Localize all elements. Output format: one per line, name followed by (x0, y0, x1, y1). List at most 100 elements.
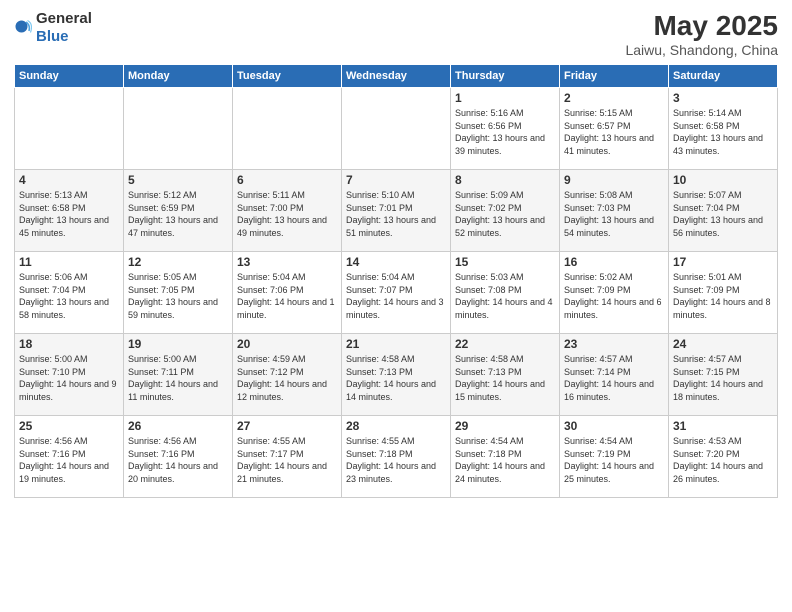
day-headers-row: Sunday Monday Tuesday Wednesday Thursday… (15, 65, 778, 88)
day-cell (124, 88, 233, 170)
week-row-4: 18 Sunrise: 5:00 AMSunset: 7:10 PMDaylig… (15, 334, 778, 416)
day-cell: 25 Sunrise: 4:56 AMSunset: 7:16 PMDaylig… (15, 416, 124, 498)
day-number: 30 (564, 419, 664, 433)
header-wednesday: Wednesday (342, 65, 451, 88)
day-number: 18 (19, 337, 119, 351)
header-monday: Monday (124, 65, 233, 88)
week-row-2: 4 Sunrise: 5:13 AMSunset: 6:58 PMDayligh… (15, 170, 778, 252)
day-cell: 1 Sunrise: 5:16 AMSunset: 6:56 PMDayligh… (451, 88, 560, 170)
day-cell: 31 Sunrise: 4:53 AMSunset: 7:20 PMDaylig… (669, 416, 778, 498)
day-number: 25 (19, 419, 119, 433)
day-cell: 15 Sunrise: 5:03 AMSunset: 7:08 PMDaylig… (451, 252, 560, 334)
day-info: Sunrise: 5:08 AMSunset: 7:03 PMDaylight:… (564, 190, 654, 238)
day-cell: 7 Sunrise: 5:10 AMSunset: 7:01 PMDayligh… (342, 170, 451, 252)
day-info: Sunrise: 4:54 AMSunset: 7:19 PMDaylight:… (564, 436, 654, 484)
subtitle: Laiwu, Shandong, China (625, 42, 778, 58)
day-cell: 13 Sunrise: 5:04 AMSunset: 7:06 PMDaylig… (233, 252, 342, 334)
day-info: Sunrise: 4:58 AMSunset: 7:13 PMDaylight:… (455, 354, 545, 402)
logo-text: General Blue (36, 10, 92, 46)
day-number: 4 (19, 173, 119, 187)
day-cell (342, 88, 451, 170)
day-cell: 22 Sunrise: 4:58 AMSunset: 7:13 PMDaylig… (451, 334, 560, 416)
logo-general: General (36, 10, 92, 27)
day-number: 5 (128, 173, 228, 187)
day-cell: 2 Sunrise: 5:15 AMSunset: 6:57 PMDayligh… (560, 88, 669, 170)
day-cell: 12 Sunrise: 5:05 AMSunset: 7:05 PMDaylig… (124, 252, 233, 334)
day-number: 8 (455, 173, 555, 187)
day-number: 19 (128, 337, 228, 351)
day-number: 16 (564, 255, 664, 269)
day-cell: 18 Sunrise: 5:00 AMSunset: 7:10 PMDaylig… (15, 334, 124, 416)
day-number: 22 (455, 337, 555, 351)
day-info: Sunrise: 5:07 AMSunset: 7:04 PMDaylight:… (673, 190, 763, 238)
day-cell: 16 Sunrise: 5:02 AMSunset: 7:09 PMDaylig… (560, 252, 669, 334)
day-number: 9 (564, 173, 664, 187)
day-number: 15 (455, 255, 555, 269)
logo-blue: Blue (36, 28, 69, 45)
day-cell (15, 88, 124, 170)
header-sunday: Sunday (15, 65, 124, 88)
day-info: Sunrise: 4:55 AMSunset: 7:17 PMDaylight:… (237, 436, 327, 484)
day-cell: 6 Sunrise: 5:11 AMSunset: 7:00 PMDayligh… (233, 170, 342, 252)
day-cell: 28 Sunrise: 4:55 AMSunset: 7:18 PMDaylig… (342, 416, 451, 498)
logo: General Blue (14, 10, 92, 46)
day-number: 27 (237, 419, 337, 433)
day-cell: 8 Sunrise: 5:09 AMSunset: 7:02 PMDayligh… (451, 170, 560, 252)
day-info: Sunrise: 5:13 AMSunset: 6:58 PMDaylight:… (19, 190, 109, 238)
day-number: 29 (455, 419, 555, 433)
day-number: 6 (237, 173, 337, 187)
day-info: Sunrise: 4:53 AMSunset: 7:20 PMDaylight:… (673, 436, 763, 484)
header-saturday: Saturday (669, 65, 778, 88)
day-info: Sunrise: 5:04 AMSunset: 7:06 PMDaylight:… (237, 272, 335, 320)
day-cell: 11 Sunrise: 5:06 AMSunset: 7:04 PMDaylig… (15, 252, 124, 334)
day-number: 28 (346, 419, 446, 433)
day-info: Sunrise: 4:56 AMSunset: 7:16 PMDaylight:… (19, 436, 109, 484)
day-number: 3 (673, 91, 773, 105)
day-info: Sunrise: 5:00 AMSunset: 7:11 PMDaylight:… (128, 354, 218, 402)
logo-icon (14, 19, 32, 37)
calendar-table: Sunday Monday Tuesday Wednesday Thursday… (14, 64, 778, 498)
header-thursday: Thursday (451, 65, 560, 88)
day-cell: 17 Sunrise: 5:01 AMSunset: 7:09 PMDaylig… (669, 252, 778, 334)
day-number: 20 (237, 337, 337, 351)
day-number: 21 (346, 337, 446, 351)
day-cell: 19 Sunrise: 5:00 AMSunset: 7:11 PMDaylig… (124, 334, 233, 416)
day-info: Sunrise: 4:58 AMSunset: 7:13 PMDaylight:… (346, 354, 436, 402)
day-cell: 3 Sunrise: 5:14 AMSunset: 6:58 PMDayligh… (669, 88, 778, 170)
day-number: 23 (564, 337, 664, 351)
title-block: May 2025 Laiwu, Shandong, China (625, 10, 778, 58)
week-row-5: 25 Sunrise: 4:56 AMSunset: 7:16 PMDaylig… (15, 416, 778, 498)
day-cell: 14 Sunrise: 5:04 AMSunset: 7:07 PMDaylig… (342, 252, 451, 334)
day-cell: 10 Sunrise: 5:07 AMSunset: 7:04 PMDaylig… (669, 170, 778, 252)
day-info: Sunrise: 4:56 AMSunset: 7:16 PMDaylight:… (128, 436, 218, 484)
day-cell: 29 Sunrise: 4:54 AMSunset: 7:18 PMDaylig… (451, 416, 560, 498)
day-info: Sunrise: 5:16 AMSunset: 6:56 PMDaylight:… (455, 108, 545, 156)
day-info: Sunrise: 5:03 AMSunset: 7:08 PMDaylight:… (455, 272, 553, 320)
day-cell: 27 Sunrise: 4:55 AMSunset: 7:17 PMDaylig… (233, 416, 342, 498)
day-number: 17 (673, 255, 773, 269)
header-friday: Friday (560, 65, 669, 88)
day-info: Sunrise: 4:54 AMSunset: 7:18 PMDaylight:… (455, 436, 545, 484)
calendar-container: General Blue May 2025 Laiwu, Shandong, C… (0, 0, 792, 612)
day-number: 24 (673, 337, 773, 351)
day-info: Sunrise: 5:02 AMSunset: 7:09 PMDaylight:… (564, 272, 662, 320)
day-cell: 30 Sunrise: 4:54 AMSunset: 7:19 PMDaylig… (560, 416, 669, 498)
day-cell: 24 Sunrise: 4:57 AMSunset: 7:15 PMDaylig… (669, 334, 778, 416)
day-info: Sunrise: 4:57 AMSunset: 7:15 PMDaylight:… (673, 354, 763, 402)
day-info: Sunrise: 5:11 AMSunset: 7:00 PMDaylight:… (237, 190, 327, 238)
week-row-1: 1 Sunrise: 5:16 AMSunset: 6:56 PMDayligh… (15, 88, 778, 170)
day-cell: 21 Sunrise: 4:58 AMSunset: 7:13 PMDaylig… (342, 334, 451, 416)
header-tuesday: Tuesday (233, 65, 342, 88)
day-info: Sunrise: 5:12 AMSunset: 6:59 PMDaylight:… (128, 190, 218, 238)
week-row-3: 11 Sunrise: 5:06 AMSunset: 7:04 PMDaylig… (15, 252, 778, 334)
day-cell: 26 Sunrise: 4:56 AMSunset: 7:16 PMDaylig… (124, 416, 233, 498)
day-cell (233, 88, 342, 170)
day-info: Sunrise: 5:04 AMSunset: 7:07 PMDaylight:… (346, 272, 444, 320)
day-number: 11 (19, 255, 119, 269)
day-info: Sunrise: 5:10 AMSunset: 7:01 PMDaylight:… (346, 190, 436, 238)
day-cell: 9 Sunrise: 5:08 AMSunset: 7:03 PMDayligh… (560, 170, 669, 252)
day-number: 13 (237, 255, 337, 269)
day-number: 2 (564, 91, 664, 105)
day-cell: 4 Sunrise: 5:13 AMSunset: 6:58 PMDayligh… (15, 170, 124, 252)
day-info: Sunrise: 4:57 AMSunset: 7:14 PMDaylight:… (564, 354, 654, 402)
